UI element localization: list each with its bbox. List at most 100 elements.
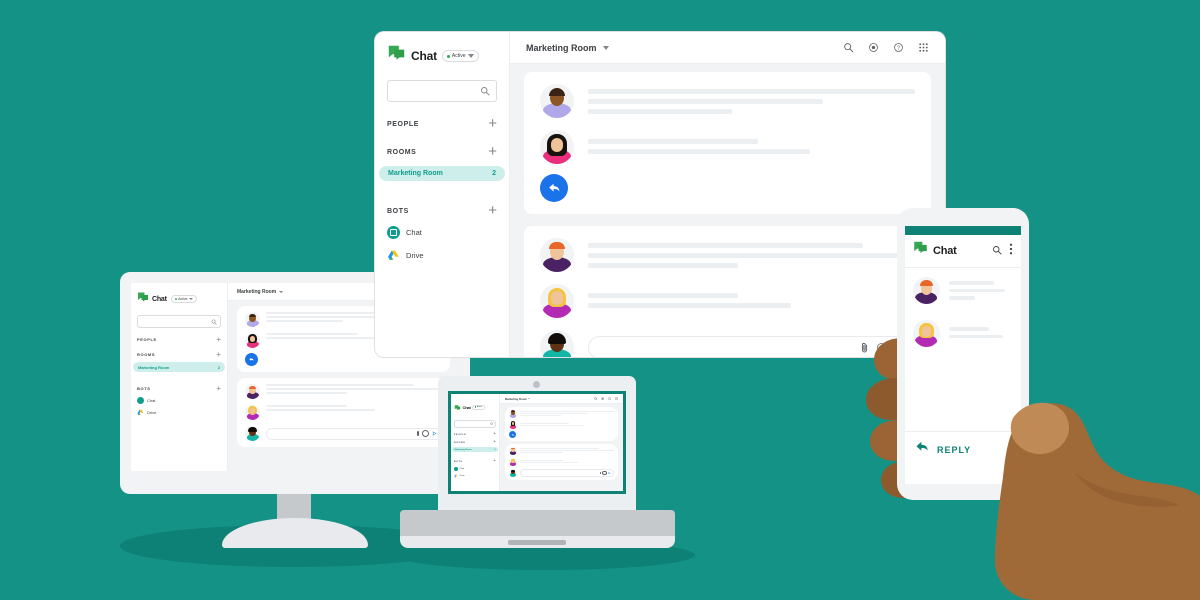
laptop-trackpad[interactable] bbox=[508, 540, 566, 545]
phone-brand: Chat bbox=[913, 241, 957, 260]
desktop-message bbox=[540, 84, 915, 118]
search-icon[interactable] bbox=[992, 242, 1002, 260]
laptop-room-marketing[interactable]: Marketing Room 2 bbox=[452, 447, 498, 452]
search-icon[interactable] bbox=[843, 42, 854, 53]
attach-icon[interactable] bbox=[417, 431, 419, 436]
desktop-search-input[interactable] bbox=[387, 80, 497, 102]
laptop-section-label: ROOMS bbox=[454, 441, 466, 444]
laptop-threads bbox=[500, 404, 623, 491]
monitor-section-rooms: ROOMS + bbox=[137, 351, 221, 359]
add-people-icon[interactable]: + bbox=[493, 432, 496, 437]
monitor-bot-drive[interactable]: Drive bbox=[137, 409, 221, 416]
help-icon[interactable]: ? bbox=[893, 42, 904, 53]
avatar-red-hair-purple bbox=[913, 277, 940, 304]
desktop-status-pill[interactable]: Active bbox=[441, 50, 479, 62]
laptop-room-badge: 2 bbox=[494, 448, 496, 451]
laptop-camera bbox=[533, 381, 540, 388]
monitor-status-pill[interactable]: Active bbox=[170, 295, 197, 303]
monitor-section-label: PEOPLE bbox=[137, 337, 157, 342]
reply-arrow-icon[interactable] bbox=[540, 174, 568, 202]
desktop-threads bbox=[510, 64, 945, 357]
laptop-thread bbox=[505, 444, 618, 480]
laptop-section-label: PEOPLE bbox=[454, 433, 467, 436]
desktop-section-bots: BOTS + bbox=[387, 203, 497, 218]
monitor-section-label: BOTS bbox=[137, 386, 151, 391]
monitor-bot-label: Chat bbox=[147, 398, 156, 403]
reply-arrow-icon[interactable] bbox=[915, 440, 930, 459]
avatar-blonde-magenta bbox=[913, 320, 940, 347]
desktop-chat-window: Chat Active PEOPLE + ROOMS + Marketing R… bbox=[375, 32, 945, 357]
search-icon bbox=[211, 319, 217, 325]
chevron-down-icon[interactable] bbox=[602, 45, 609, 50]
avatar bbox=[245, 333, 260, 348]
desktop-message-lines bbox=[588, 284, 915, 308]
search-icon bbox=[481, 87, 490, 96]
send-icon[interactable] bbox=[432, 431, 437, 436]
reply-arrow-icon[interactable] bbox=[509, 431, 516, 438]
add-room-icon[interactable]: + bbox=[216, 351, 221, 359]
laptop-search-input[interactable] bbox=[454, 420, 496, 428]
desktop-room-label: Marketing Room bbox=[388, 170, 443, 177]
monitor-search-input[interactable] bbox=[137, 315, 221, 328]
send-icon[interactable] bbox=[608, 471, 611, 475]
monitor-message-lines bbox=[266, 405, 442, 411]
chat-logo-icon bbox=[137, 290, 149, 308]
search-icon[interactable] bbox=[594, 397, 598, 401]
laptop-message-lines bbox=[520, 410, 614, 416]
phone-message bbox=[913, 277, 1013, 304]
status-dot-icon bbox=[174, 298, 177, 300]
apps-grid-icon[interactable] bbox=[918, 42, 929, 53]
chevron-down-icon[interactable] bbox=[279, 290, 284, 293]
laptop-status-pill[interactable]: Active bbox=[472, 404, 485, 410]
add-bot-icon[interactable]: + bbox=[216, 385, 221, 393]
avatar-red-hair-purple bbox=[540, 238, 574, 272]
monitor-bot-chat[interactable]: Chat bbox=[137, 397, 221, 404]
avatar bbox=[509, 420, 517, 429]
chat-logo-icon bbox=[387, 45, 406, 67]
desktop-bot-chat[interactable]: Chat bbox=[387, 226, 497, 239]
desktop-message bbox=[540, 130, 915, 164]
chat-bot-icon bbox=[137, 397, 144, 404]
monitor-section-label: ROOMS bbox=[137, 352, 156, 357]
add-room-icon[interactable]: + bbox=[493, 440, 496, 445]
avatar-blonde-magenta bbox=[540, 284, 574, 318]
add-bot-icon[interactable]: + bbox=[488, 203, 497, 218]
desktop-main: Marketing Room ? bbox=[510, 32, 945, 357]
chat-bot-icon bbox=[387, 226, 400, 239]
settings-icon[interactable] bbox=[601, 397, 604, 400]
laptop-room-label: Marketing Room bbox=[454, 448, 472, 451]
emoji-icon[interactable] bbox=[602, 470, 607, 476]
settings-icon[interactable] bbox=[868, 42, 879, 53]
reply-arrow-icon[interactable] bbox=[245, 353, 258, 366]
emoji-icon[interactable] bbox=[422, 430, 429, 437]
apps-grid-icon[interactable] bbox=[614, 397, 618, 400]
monitor-status-label: Active bbox=[178, 297, 188, 301]
add-people-icon[interactable]: + bbox=[488, 116, 497, 131]
desktop-section-rooms: ROOMS + bbox=[387, 144, 497, 159]
laptop-status-label: Active bbox=[476, 406, 483, 408]
attach-icon[interactable] bbox=[599, 471, 601, 475]
monitor-brand: Chat Active bbox=[137, 290, 221, 308]
laptop-room-title[interactable]: Marketing Room bbox=[505, 397, 531, 401]
laptop-bot-drive[interactable]: Drive bbox=[454, 474, 496, 478]
laptop-message-input[interactable] bbox=[520, 469, 614, 477]
avatar-brown-lavender bbox=[540, 84, 574, 118]
desktop-room-title[interactable]: Marketing Room bbox=[526, 43, 609, 53]
monitor-message-input[interactable] bbox=[266, 427, 442, 440]
phone-message-lines bbox=[949, 320, 1013, 339]
desktop-bot-drive[interactable]: Drive bbox=[387, 249, 497, 262]
add-room-icon[interactable]: + bbox=[488, 144, 497, 159]
laptop-thread bbox=[505, 406, 618, 441]
monitor-room-marketing[interactable]: Marketing Room 2 bbox=[133, 362, 225, 372]
svg-text:?: ? bbox=[897, 46, 900, 52]
add-people-icon[interactable]: + bbox=[216, 336, 221, 344]
laptop-main: Marketing Room bbox=[500, 394, 623, 491]
help-icon[interactable] bbox=[608, 397, 611, 400]
chevron-down-icon[interactable] bbox=[528, 398, 531, 399]
laptop-message-lines bbox=[520, 458, 614, 464]
add-bot-icon[interactable]: + bbox=[493, 459, 496, 464]
monitor-room-label: Marketing Room bbox=[138, 364, 170, 370]
desktop-room-marketing[interactable]: Marketing Room 2 bbox=[379, 166, 505, 181]
more-vertical-icon[interactable] bbox=[1009, 242, 1013, 260]
laptop-bot-chat[interactable]: Chat bbox=[454, 466, 496, 471]
